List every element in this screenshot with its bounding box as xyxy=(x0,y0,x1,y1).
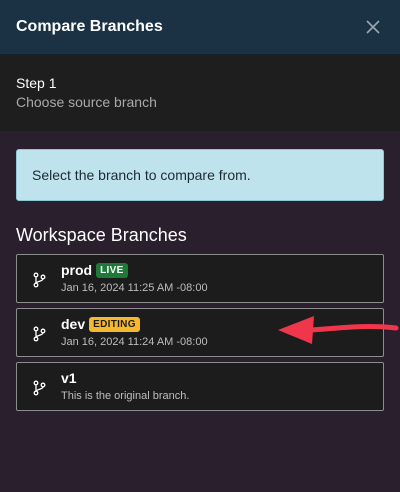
close-button[interactable] xyxy=(363,17,383,37)
branch-row: dev EDITING xyxy=(61,316,208,333)
editing-badge: EDITING xyxy=(89,317,140,332)
branch-item-v1[interactable]: v1 This is the original branch. xyxy=(16,362,384,411)
section-title: Workspace Branches xyxy=(16,225,187,245)
git-branch-icon xyxy=(17,270,61,288)
info-message-text: Select the branch to compare from. xyxy=(32,167,251,183)
close-icon xyxy=(366,20,380,34)
branch-list: prod LIVE Jan 16, 2024 11:25 AM -08:00 d… xyxy=(16,254,384,411)
branch-name: prod xyxy=(61,262,93,278)
branch-text: prod LIVE Jan 16, 2024 11:25 AM -08:00 xyxy=(61,262,208,295)
info-message: Select the branch to compare from. xyxy=(16,149,384,201)
branch-name: dev xyxy=(61,316,86,332)
branch-description: This is the original branch. xyxy=(61,390,190,402)
branch-name: v1 xyxy=(61,370,77,386)
branch-timestamp: Jan 16, 2024 11:25 AM -08:00 xyxy=(61,282,208,294)
step-label: Step 1 xyxy=(16,75,57,91)
live-badge: LIVE xyxy=(96,263,128,278)
branch-text: v1 This is the original branch. xyxy=(61,370,189,403)
modal-header: Compare Branches xyxy=(0,0,400,55)
branch-timestamp: Jan 16, 2024 11:24 AM -08:00 xyxy=(61,336,208,348)
step-panel: Step 1 Choose source branch xyxy=(0,55,400,131)
branch-item-dev[interactable]: dev EDITING Jan 16, 2024 11:24 AM -08:00 xyxy=(16,308,384,357)
branch-item-prod[interactable]: prod LIVE Jan 16, 2024 11:25 AM -08:00 xyxy=(16,254,384,303)
modal-title: Compare Branches xyxy=(16,18,163,35)
branch-row: prod LIVE xyxy=(61,262,208,279)
branch-text: dev EDITING Jan 16, 2024 11:24 AM -08:00 xyxy=(61,316,208,349)
git-branch-icon xyxy=(17,378,61,396)
git-branch-icon xyxy=(17,324,61,342)
branch-row: v1 xyxy=(61,370,189,387)
modal-content: Select the branch to compare from. Works… xyxy=(0,131,400,411)
step-description: Choose source branch xyxy=(16,94,157,110)
